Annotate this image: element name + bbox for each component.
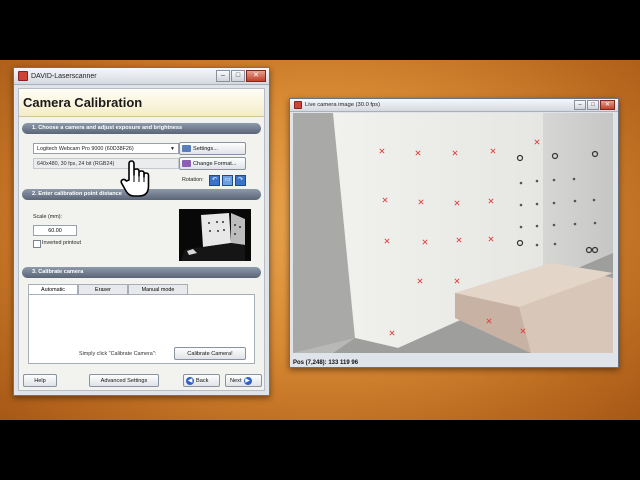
live-camera-window: Live camera image (30.0 fps) – □ ✕ Pos (… bbox=[289, 98, 619, 368]
scale-label: Scale (mm): bbox=[33, 214, 63, 220]
camera-select-value: Logitech Webcam Pro 9000 (60D38F26) bbox=[37, 146, 134, 152]
camera-app-icon bbox=[294, 101, 302, 109]
page-title: Camera Calibration bbox=[19, 89, 264, 117]
rotate-right-icon[interactable]: ↷ bbox=[235, 175, 246, 186]
scale-input[interactable]: 60.00 bbox=[33, 225, 77, 236]
back-button[interactable]: ◀ Back bbox=[183, 374, 220, 387]
calibration-tabs: Automatic Eraser Manual mode Simply clic… bbox=[28, 284, 255, 364]
close-icon[interactable]: ✕ bbox=[246, 70, 266, 82]
minimize-icon[interactable]: – bbox=[216, 70, 230, 82]
next-label: Next bbox=[230, 378, 242, 384]
window-content: Camera Calibration 1. Choose a camera an… bbox=[18, 88, 265, 391]
chevron-down-icon: ▼ bbox=[170, 146, 175, 152]
change-format-label: Change Format... bbox=[193, 161, 237, 167]
tab-eraser[interactable]: Eraser bbox=[78, 284, 128, 294]
maximize-icon[interactable]: □ bbox=[231, 70, 245, 82]
inverted-label: Inverted printout bbox=[42, 240, 81, 246]
back-label: Back bbox=[196, 378, 209, 384]
advanced-settings-button[interactable]: Advanced Settings bbox=[89, 374, 159, 387]
window-title: DAVID-Laserscanner bbox=[31, 72, 97, 80]
rotation-label: Rotation: bbox=[182, 177, 204, 183]
help-button[interactable]: Help bbox=[23, 374, 57, 387]
calibration-pattern-preview bbox=[179, 209, 251, 261]
settings-button[interactable]: Settings... bbox=[179, 142, 246, 155]
camera-title-bar[interactable]: Live camera image (30.0 fps) – □ ✕ bbox=[290, 99, 618, 112]
format-icon bbox=[182, 160, 191, 168]
calibrate-hint: Simply click "Calibrate Camera": bbox=[79, 351, 157, 357]
rotate-left-icon[interactable]: ↶ bbox=[209, 175, 220, 186]
calibration-window: DAVID-Laserscanner – □ ✕ Camera Calibrat… bbox=[13, 67, 270, 396]
format-display: 640x480, 30 fps, 24 bit (RGB24) bbox=[33, 158, 179, 169]
section-calibrate-header: 3. Calibrate camera bbox=[22, 267, 261, 278]
camera-maximize-icon[interactable]: □ bbox=[587, 100, 599, 110]
inverted-checkbox[interactable] bbox=[33, 240, 41, 248]
camera-close-icon[interactable]: ✕ bbox=[600, 100, 615, 110]
live-camera-image[interactable] bbox=[293, 113, 613, 353]
change-format-button[interactable]: Change Format... bbox=[179, 157, 246, 170]
settings-button-label: Settings... bbox=[193, 146, 218, 152]
arrow-right-icon: ▶ bbox=[243, 376, 252, 385]
section-camera-header: 1. Choose a camera and adjust exposure a… bbox=[22, 123, 261, 134]
hand-cursor-icon bbox=[120, 160, 150, 197]
camera-status: Pos (7,248): 133 119 96 bbox=[293, 360, 359, 366]
arrow-left-icon: ◀ bbox=[186, 376, 194, 385]
next-button[interactable]: Next ▶ bbox=[225, 374, 262, 387]
camera-select[interactable]: Logitech Webcam Pro 9000 (60D38F26) ▼ bbox=[33, 143, 179, 154]
title-bar[interactable]: DAVID-Laserscanner – □ ✕ bbox=[14, 68, 269, 85]
app-icon bbox=[18, 71, 28, 81]
rotate-none-icon[interactable]: ▭ bbox=[222, 175, 233, 186]
camera-minimize-icon[interactable]: – bbox=[574, 100, 586, 110]
tab-manual-mode[interactable]: Manual mode bbox=[128, 284, 188, 294]
camera-window-title: Live camera image (30.0 fps) bbox=[305, 102, 381, 108]
calibrate-camera-button[interactable]: Calibrate Camera! bbox=[174, 347, 246, 360]
camera-icon bbox=[182, 145, 191, 153]
tab-panel: Simply click "Calibrate Camera": Calibra… bbox=[28, 294, 255, 364]
